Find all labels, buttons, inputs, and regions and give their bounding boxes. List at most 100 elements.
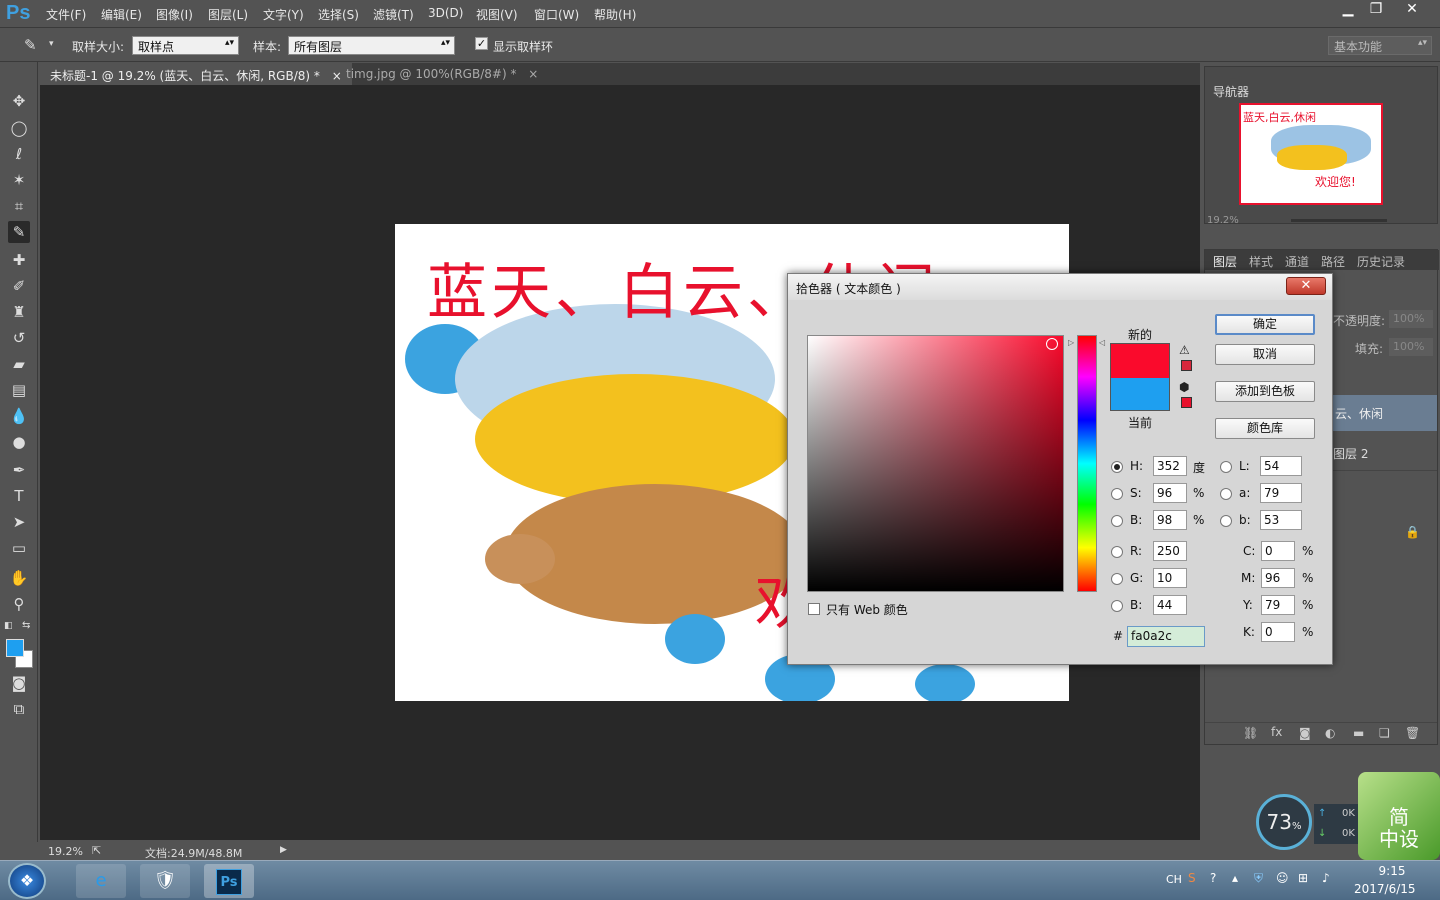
gradient-tool-icon[interactable]: ▤ (8, 379, 30, 401)
tab-layers[interactable]: 图层 (1213, 253, 1237, 270)
blur-tool-icon[interactable]: 💧 (8, 405, 30, 427)
restore-icon[interactable]: ❐ (1362, 0, 1390, 20)
type-tool-icon[interactable]: T (8, 485, 30, 507)
hue-input[interactable]: 352 (1153, 456, 1187, 476)
hex-input[interactable]: fa0a2c (1127, 626, 1205, 647)
default-colors-icon[interactable]: ◧ (4, 621, 13, 631)
red-input[interactable]: 250 (1153, 541, 1187, 561)
blue-input[interactable]: 44 (1153, 595, 1187, 615)
tab-channels[interactable]: 通道 (1285, 253, 1309, 270)
dodge-tool-icon[interactable]: ● (8, 431, 30, 453)
fill-input[interactable]: 100% (1389, 338, 1433, 356)
hand-tool-icon[interactable]: ✋ (8, 567, 30, 589)
hue-slider-right-arrow-icon[interactable]: ◁ (1099, 338, 1105, 347)
link-layers-icon[interactable]: ⛓ (1243, 726, 1258, 740)
magic-wand-tool-icon[interactable]: ✶ (8, 169, 30, 191)
shield-tray-icon[interactable]: ⛨ (1254, 871, 1263, 886)
add-mask-icon[interactable]: ◙ (1299, 726, 1311, 740)
clock-date[interactable]: 2017/6/15 (1354, 882, 1416, 896)
eyedropper-tool-icon[interactable]: ✎ (24, 36, 37, 54)
menu-3d[interactable]: 3D(D) (428, 6, 463, 20)
green-radio[interactable] (1111, 573, 1123, 585)
photoshop-taskbar-icon[interactable]: Ps (204, 864, 254, 898)
opacity-input[interactable]: 100% (1389, 310, 1433, 328)
tab-untitled[interactable]: 未标题-1 @ 19.2% (蓝天、白云、休闲, RGB/8) * × (40, 63, 352, 85)
magenta-input[interactable]: 96 (1261, 568, 1295, 588)
new-layer-icon[interactable]: ❏ (1379, 726, 1390, 740)
navigator-zoom-slider[interactable] (1291, 219, 1387, 222)
hue-slider-left-arrow-icon[interactable]: ▷ (1068, 338, 1074, 347)
menu-filter[interactable]: 滤镜(T) (373, 6, 414, 23)
brightness-input[interactable]: 98 (1153, 510, 1187, 530)
adjustment-layer-icon[interactable]: ◐ (1325, 726, 1335, 740)
brightness-radio[interactable] (1111, 515, 1123, 527)
menu-select[interactable]: 选择(S) (318, 6, 359, 23)
brush-tool-icon[interactable]: ✐ (8, 275, 30, 297)
saturation-input[interactable]: 96 (1153, 483, 1187, 503)
tab-close-icon[interactable]: × (528, 67, 538, 81)
minimize-icon[interactable]: ▁ (1334, 0, 1362, 20)
close-icon[interactable]: ✕ (1390, 0, 1434, 20)
hue-radio[interactable] (1111, 461, 1123, 473)
lab-a-radio[interactable] (1220, 488, 1232, 500)
menu-image[interactable]: 图像(I) (156, 6, 193, 23)
security-app-icon[interactable]: 🛡 (140, 864, 190, 898)
menu-edit[interactable]: 编辑(E) (101, 6, 142, 23)
black-input[interactable]: 0 (1261, 622, 1295, 642)
dialog-close-button[interactable]: ✕ (1286, 277, 1326, 295)
tab-styles[interactable]: 样式 (1249, 253, 1273, 270)
tool-preset-arrow-icon[interactable]: ▾ (49, 39, 54, 49)
cancel-button[interactable]: 取消 (1215, 344, 1315, 365)
tab-paths[interactable]: 路径 (1321, 253, 1345, 270)
ok-button[interactable]: 确定 (1215, 314, 1315, 335)
export-icon[interactable]: ⇱ (92, 844, 101, 857)
zoom-level[interactable]: 19.2% (48, 845, 83, 858)
blue-radio[interactable] (1111, 600, 1123, 612)
color-libraries-button[interactable]: 颜色库 (1215, 418, 1315, 439)
volume-tray-icon[interactable]: ♪ (1322, 871, 1330, 885)
clock-time[interactable]: 9:15 (1370, 864, 1414, 878)
red-radio[interactable] (1111, 546, 1123, 558)
stamp-tool-icon[interactable]: ♜ (8, 301, 30, 323)
eraser-tool-icon[interactable]: ▰ (8, 353, 30, 375)
qq-tray-icon[interactable]: ☺ (1276, 871, 1289, 885)
crop-tool-icon[interactable]: ⌗ (8, 195, 30, 217)
lab-a-input[interactable]: 79 (1260, 483, 1302, 503)
saturation-radio[interactable] (1111, 488, 1123, 500)
ie-browser-icon[interactable]: e (76, 864, 126, 898)
dialog-title-bar[interactable]: 拾色器 ( 文本颜色 ) (788, 274, 1332, 300)
path-selection-tool-icon[interactable]: ➤ (8, 511, 30, 533)
lab-l-radio[interactable] (1220, 461, 1232, 473)
cyan-input[interactable]: 0 (1261, 541, 1295, 561)
pen-tool-icon[interactable]: ✒ (8, 459, 30, 481)
color-picker-ring-icon[interactable] (1046, 338, 1058, 350)
foreground-color-swatch[interactable] (6, 639, 24, 657)
gamut-color-swatch[interactable] (1181, 360, 1192, 371)
menu-layer[interactable]: 图层(L) (208, 6, 248, 23)
zoom-tool-icon[interactable]: ⚲ (8, 593, 30, 615)
yellow-input[interactable]: 79 (1261, 595, 1295, 615)
quick-mask-icon[interactable]: ◙ (8, 672, 30, 694)
menu-help[interactable]: 帮助(H) (594, 6, 636, 23)
move-tool-icon[interactable]: ✥ (8, 90, 30, 112)
navigator-thumbnail[interactable]: 蓝天,白云,休闲 欢迎您! (1239, 103, 1383, 205)
web-safe-color-swatch[interactable] (1181, 397, 1192, 408)
shape-tool-icon[interactable]: ▭ (8, 537, 30, 559)
current-color-swatch[interactable] (1110, 378, 1170, 411)
web-only-checkbox[interactable] (808, 603, 820, 615)
lasso-tool-icon[interactable]: ℓ (8, 143, 30, 165)
menu-window[interactable]: 窗口(W) (534, 6, 579, 23)
help-tray-icon[interactable]: ? (1210, 871, 1216, 885)
sample-select[interactable]: 所有图层 ▴▾ (288, 36, 455, 55)
new-group-icon[interactable]: ▬ (1353, 726, 1364, 740)
screen-mode-icon[interactable]: ⧉ (8, 698, 30, 720)
start-button[interactable]: ❖ (8, 863, 46, 899)
healing-brush-tool-icon[interactable]: ✚ (8, 249, 30, 271)
web-safe-cube-icon[interactable]: ⬢ (1179, 380, 1189, 394)
swap-colors-icon[interactable]: ⇆ (22, 620, 30, 631)
hue-slider[interactable] (1077, 335, 1097, 592)
sample-size-select[interactable]: 取样点 ▴▾ (132, 36, 239, 55)
menu-file[interactable]: 文件(F) (46, 6, 86, 23)
out-of-gamut-warning-icon[interactable]: ⚠ (1179, 343, 1190, 357)
navigator-zoom[interactable]: 19.2% (1207, 215, 1239, 226)
